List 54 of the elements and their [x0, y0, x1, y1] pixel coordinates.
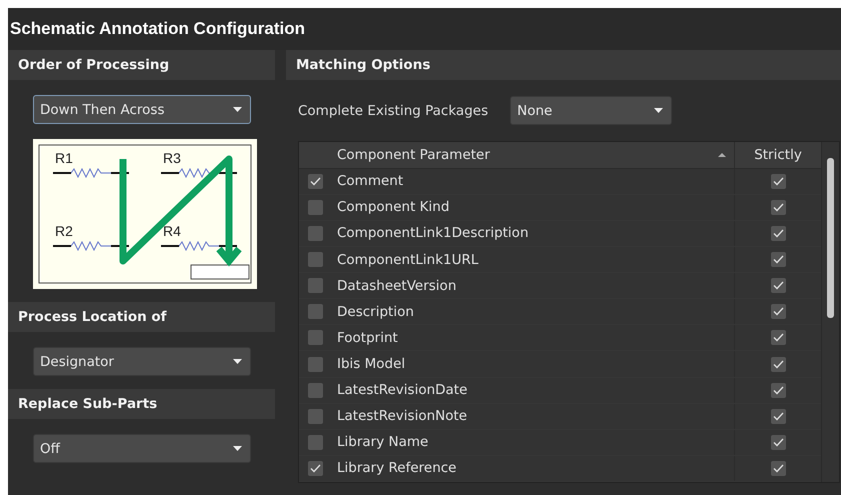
checkbox[interactable]: [770, 382, 786, 398]
checkbox[interactable]: [770, 434, 786, 450]
checkbox[interactable]: [770, 304, 786, 320]
dropdown[interactable]: None: [510, 96, 672, 125]
caret-icon: [654, 108, 664, 113]
checkbox[interactable]: [308, 356, 323, 372]
table-cell: LatestRevisionDate: [337, 382, 468, 398]
checkbox[interactable]: [770, 226, 786, 241]
checkbox[interactable]: [770, 278, 786, 294]
caret-icon: [233, 107, 242, 112]
checkbox[interactable]: [308, 174, 323, 189]
section-header: Replace Sub-Parts: [8, 389, 275, 419]
checkbox[interactable]: [770, 200, 786, 215]
checkbox[interactable]: [308, 330, 323, 346]
checkbox[interactable]: [308, 200, 323, 215]
caret-icon: [233, 359, 242, 364]
dropdown[interactable]: Designator: [33, 347, 251, 376]
field-label: Complete Existing Packages: [298, 102, 488, 118]
checkbox[interactable]: [308, 252, 323, 268]
table-cell: Library Reference: [337, 460, 456, 476]
column-header[interactable]: Component Parameter: [337, 146, 490, 163]
checkbox[interactable]: [308, 434, 323, 450]
checkbox[interactable]: [770, 356, 786, 372]
table-cell: Component Kind: [337, 199, 450, 216]
dropdown[interactable]: Off: [33, 434, 251, 463]
checkbox[interactable]: [770, 330, 786, 346]
dropdown[interactable]: Down Then Across: [33, 95, 251, 124]
table-cell: DatasheetVersion: [337, 278, 456, 294]
checkbox[interactable]: [770, 252, 786, 268]
section-header: Matching Options: [286, 50, 841, 80]
column-header[interactable]: Strictly: [754, 146, 802, 163]
checkbox[interactable]: [308, 226, 323, 241]
table-cell: Ibis Model: [337, 356, 406, 372]
sort-icon: [718, 152, 726, 157]
section-header: Order of Processing: [8, 50, 275, 80]
section-header: Process Location of: [8, 302, 275, 332]
table-cell: Description: [337, 304, 414, 320]
scrollbar[interactable]: [821, 142, 839, 482]
table-cell: LatestRevisionNote: [337, 408, 468, 424]
checkbox[interactable]: [770, 174, 786, 189]
table-cell: Footprint: [337, 330, 398, 346]
checkbox[interactable]: [308, 382, 323, 398]
table-cell: Library Name: [337, 434, 428, 450]
checkbox[interactable]: [770, 408, 786, 424]
table-cell: ComponentLink1Description: [337, 225, 528, 242]
schematic-drawing: R1 R2 R3 R4: [33, 139, 257, 289]
checkbox[interactable]: [308, 278, 323, 294]
checkbox[interactable]: [308, 408, 323, 424]
checkbox[interactable]: [770, 460, 786, 476]
table-cell: ComponentLink1URL: [337, 252, 478, 268]
table-cell: Comment: [337, 173, 404, 190]
checkbox[interactable]: [308, 460, 323, 476]
caret-icon: [233, 446, 242, 451]
checkbox[interactable]: [308, 304, 323, 320]
